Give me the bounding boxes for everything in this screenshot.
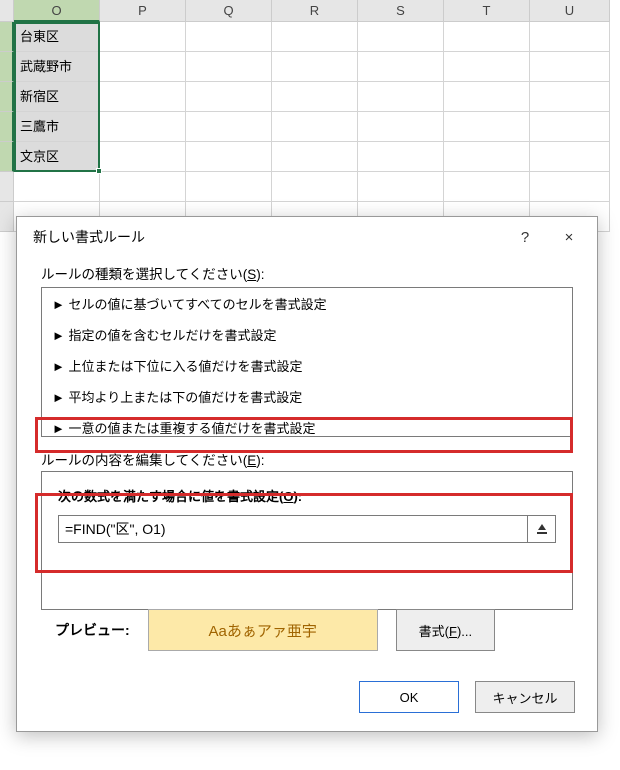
- cell[interactable]: [358, 142, 444, 172]
- cell[interactable]: [186, 112, 272, 142]
- cell[interactable]: [530, 142, 610, 172]
- cell[interactable]: [186, 82, 272, 112]
- format-button[interactable]: 書式(F)...: [396, 609, 495, 651]
- dialog-buttons: OK キャンセル: [359, 681, 575, 713]
- col-header-S[interactable]: S: [358, 0, 444, 22]
- rule-type-item[interactable]: ►​ 平均より上または下の値だけを書式設定: [42, 381, 572, 412]
- col-header-P[interactable]: P: [100, 0, 186, 22]
- row-header[interactable]: [0, 82, 14, 112]
- cell[interactable]: [14, 172, 100, 202]
- titlebar: 新しい書式ルール ? ×: [17, 217, 597, 257]
- row-header[interactable]: [0, 22, 14, 52]
- row-header[interactable]: [0, 172, 14, 202]
- cell[interactable]: [444, 112, 530, 142]
- rule-edit-panel: 次の数式を満たす場合に値を書式設定(O):: [41, 471, 573, 610]
- cell-O5[interactable]: 文京区: [14, 142, 100, 172]
- fill-handle[interactable]: [96, 168, 102, 174]
- formula-label: 次の数式を満たす場合に値を書式設定(O):: [58, 486, 556, 505]
- cell[interactable]: [530, 22, 610, 52]
- cell[interactable]: [358, 82, 444, 112]
- cell[interactable]: [358, 112, 444, 142]
- cell[interactable]: [186, 52, 272, 82]
- cell[interactable]: [100, 22, 186, 52]
- cell-O1[interactable]: 台東区: [14, 22, 100, 52]
- rule-type-item[interactable]: ►​ 指定の値を含むセルだけを書式設定: [42, 319, 572, 350]
- cell[interactable]: [272, 22, 358, 52]
- rule-type-item[interactable]: ►​ 一意の値または重複する値だけを書式設定: [42, 412, 572, 437]
- cell[interactable]: [186, 142, 272, 172]
- cancel-button[interactable]: キャンセル: [475, 681, 575, 713]
- cell[interactable]: [444, 22, 530, 52]
- cell[interactable]: [444, 172, 530, 202]
- cell[interactable]: [444, 52, 530, 82]
- cell[interactable]: [358, 52, 444, 82]
- col-header-U[interactable]: U: [530, 0, 610, 22]
- cell-O4[interactable]: 三鷹市: [14, 112, 100, 142]
- col-header-Q[interactable]: Q: [186, 0, 272, 22]
- cell[interactable]: [100, 82, 186, 112]
- col-header-O[interactable]: O: [14, 0, 100, 22]
- grid-body: 台東区 武蔵野市 新宿区 三鷹市 文京区: [0, 22, 620, 232]
- rule-type-label: ルールの種類を選択してください(S):: [41, 263, 573, 283]
- cell[interactable]: [530, 52, 610, 82]
- cell[interactable]: [530, 172, 610, 202]
- cell-O3[interactable]: 新宿区: [14, 82, 100, 112]
- cell[interactable]: [272, 82, 358, 112]
- collapse-range-icon[interactable]: [528, 515, 556, 543]
- cell-O2[interactable]: 武蔵野市: [14, 52, 100, 82]
- dialog-title: 新しい書式ルール: [33, 227, 503, 247]
- spreadsheet: O P Q R S T U 台東区 武蔵野市 新宿区 三鷹市 文京区: [0, 0, 620, 232]
- col-header-R[interactable]: R: [272, 0, 358, 22]
- row-header[interactable]: [0, 142, 14, 172]
- dialog-body: ルールの種類を選択してください(S): ►​ セルの値に基づいてすべてのセルを書…: [17, 257, 597, 610]
- cell[interactable]: [444, 142, 530, 172]
- cell[interactable]: [186, 22, 272, 52]
- cell[interactable]: [530, 82, 610, 112]
- row-header[interactable]: [0, 52, 14, 82]
- cell[interactable]: [444, 82, 530, 112]
- cell[interactable]: [358, 172, 444, 202]
- column-header-row: O P Q R S T U: [0, 0, 620, 22]
- row-header[interactable]: [0, 202, 14, 232]
- close-icon[interactable]: ×: [547, 219, 591, 255]
- ok-button[interactable]: OK: [359, 681, 459, 713]
- preview-row: プレビュー: Aaあぁアァ亜宇 書式(F)...: [55, 609, 495, 651]
- preview-label: プレビュー:: [55, 620, 130, 640]
- preview-box: Aaあぁアァ亜宇: [148, 609, 378, 651]
- rule-type-item[interactable]: ►​ セルの値に基づいてすべてのセルを書式設定: [42, 288, 572, 319]
- cell[interactable]: [358, 22, 444, 52]
- cell[interactable]: [530, 112, 610, 142]
- cell[interactable]: [186, 172, 272, 202]
- cell[interactable]: [100, 142, 186, 172]
- edit-rule-label: ルールの内容を編集してください(E):: [41, 449, 573, 469]
- cell[interactable]: [272, 52, 358, 82]
- rule-type-item[interactable]: ►​ 上位または下位に入る値だけを書式設定: [42, 350, 572, 381]
- help-icon[interactable]: ?: [503, 219, 547, 255]
- select-all-corner[interactable]: [0, 0, 14, 22]
- cell[interactable]: [272, 112, 358, 142]
- cell[interactable]: [100, 52, 186, 82]
- cell[interactable]: [272, 172, 358, 202]
- cell[interactable]: [272, 142, 358, 172]
- rule-type-list[interactable]: ►​ セルの値に基づいてすべてのセルを書式設定 ►​ 指定の値を含むセルだけを書…: [41, 287, 573, 437]
- formula-input[interactable]: [58, 515, 528, 543]
- col-header-T[interactable]: T: [444, 0, 530, 22]
- new-formatting-rule-dialog: 新しい書式ルール ? × ルールの種類を選択してください(S): ►​ セルの値…: [16, 216, 598, 732]
- row-header[interactable]: [0, 112, 14, 142]
- cell[interactable]: [100, 112, 186, 142]
- cell[interactable]: [100, 172, 186, 202]
